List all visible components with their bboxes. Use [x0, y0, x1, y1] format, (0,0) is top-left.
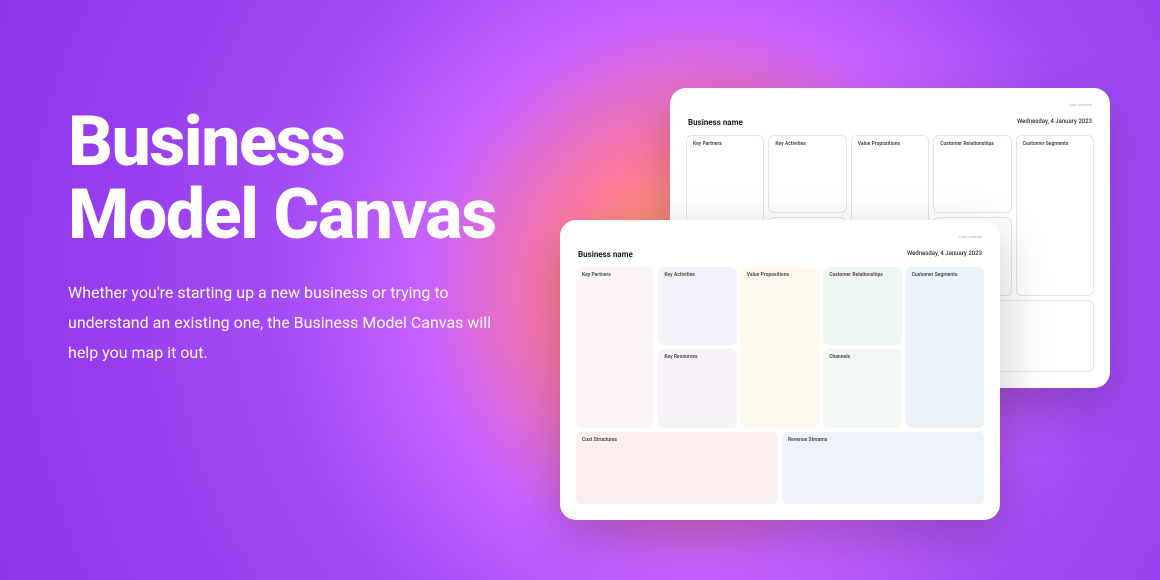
cell-customer-relationships: Customer Relationships	[933, 135, 1011, 213]
canvas-top-grid: Key Partners Key Activities Value Propos…	[576, 267, 984, 428]
cell-label: Customer Relationships	[829, 272, 895, 278]
cell-label: Customer Relationships	[940, 141, 1004, 147]
cell-key-partners: Key Partners	[576, 267, 654, 428]
canvas-preview-front: Business name Last updated Wednesday, 4 …	[560, 220, 1000, 520]
cell-key-resources: Key Resources	[658, 349, 736, 427]
canvas-date-block: Last updated Wednesday, 4 January 2023	[907, 234, 982, 259]
cell-label: Customer Segments	[1023, 141, 1087, 147]
cell-label: Key Activities	[775, 141, 839, 147]
cell-label: Key Partners	[582, 272, 648, 278]
canvas-date: Wednesday, 4 January 2023	[907, 250, 982, 257]
cell-customer-segments: Customer Segments	[906, 267, 984, 428]
canvas-date: Wednesday, 4 January 2023	[1017, 118, 1092, 125]
canvas-header: Business name Last updated Wednesday, 4 …	[686, 102, 1094, 127]
cell-customer-segments: Customer Segments	[1016, 135, 1094, 296]
hero-title: Business Model Canvas	[68, 106, 508, 252]
cell-label: Cost Structures	[582, 437, 772, 443]
cell-cost-structures: Cost Structures	[576, 432, 778, 504]
hero-description: Whether you're starting up a new busines…	[68, 278, 508, 369]
cell-label: Customer Segments	[912, 272, 978, 278]
hero-text-block: Business Model Canvas Whether you're sta…	[68, 106, 508, 369]
cell-key-activities: Key Activities	[658, 267, 736, 345]
cell-label: Value Propositions	[747, 272, 813, 278]
cell-label: Revenue Streams	[788, 437, 978, 443]
cell-key-activities: Key Activities	[768, 135, 846, 213]
cell-label: Value Propositions	[858, 141, 922, 147]
cell-label: Channels	[829, 354, 895, 360]
cell-label: Key Resources	[664, 354, 730, 360]
cell-value-propositions: Value Propositions	[741, 267, 819, 428]
cell-label: Key Activities	[664, 272, 730, 278]
canvas-date-label: Last updated	[907, 234, 982, 239]
canvas-bottom-grid: Cost Structures Revenue Streams	[576, 432, 984, 504]
canvas-date-label: Last updated	[1017, 102, 1092, 107]
canvas-title: Business name	[578, 250, 633, 259]
canvas-title: Business name	[688, 118, 743, 127]
cell-label: Key Partners	[693, 141, 757, 147]
cell-channels: Channels	[823, 349, 901, 427]
canvas-date-block: Last updated Wednesday, 4 January 2023	[1017, 102, 1092, 127]
cell-customer-relationships: Customer Relationships	[823, 267, 901, 345]
cell-revenue-streams: Revenue Streams	[782, 432, 984, 504]
canvas-header: Business name Last updated Wednesday, 4 …	[576, 234, 984, 259]
